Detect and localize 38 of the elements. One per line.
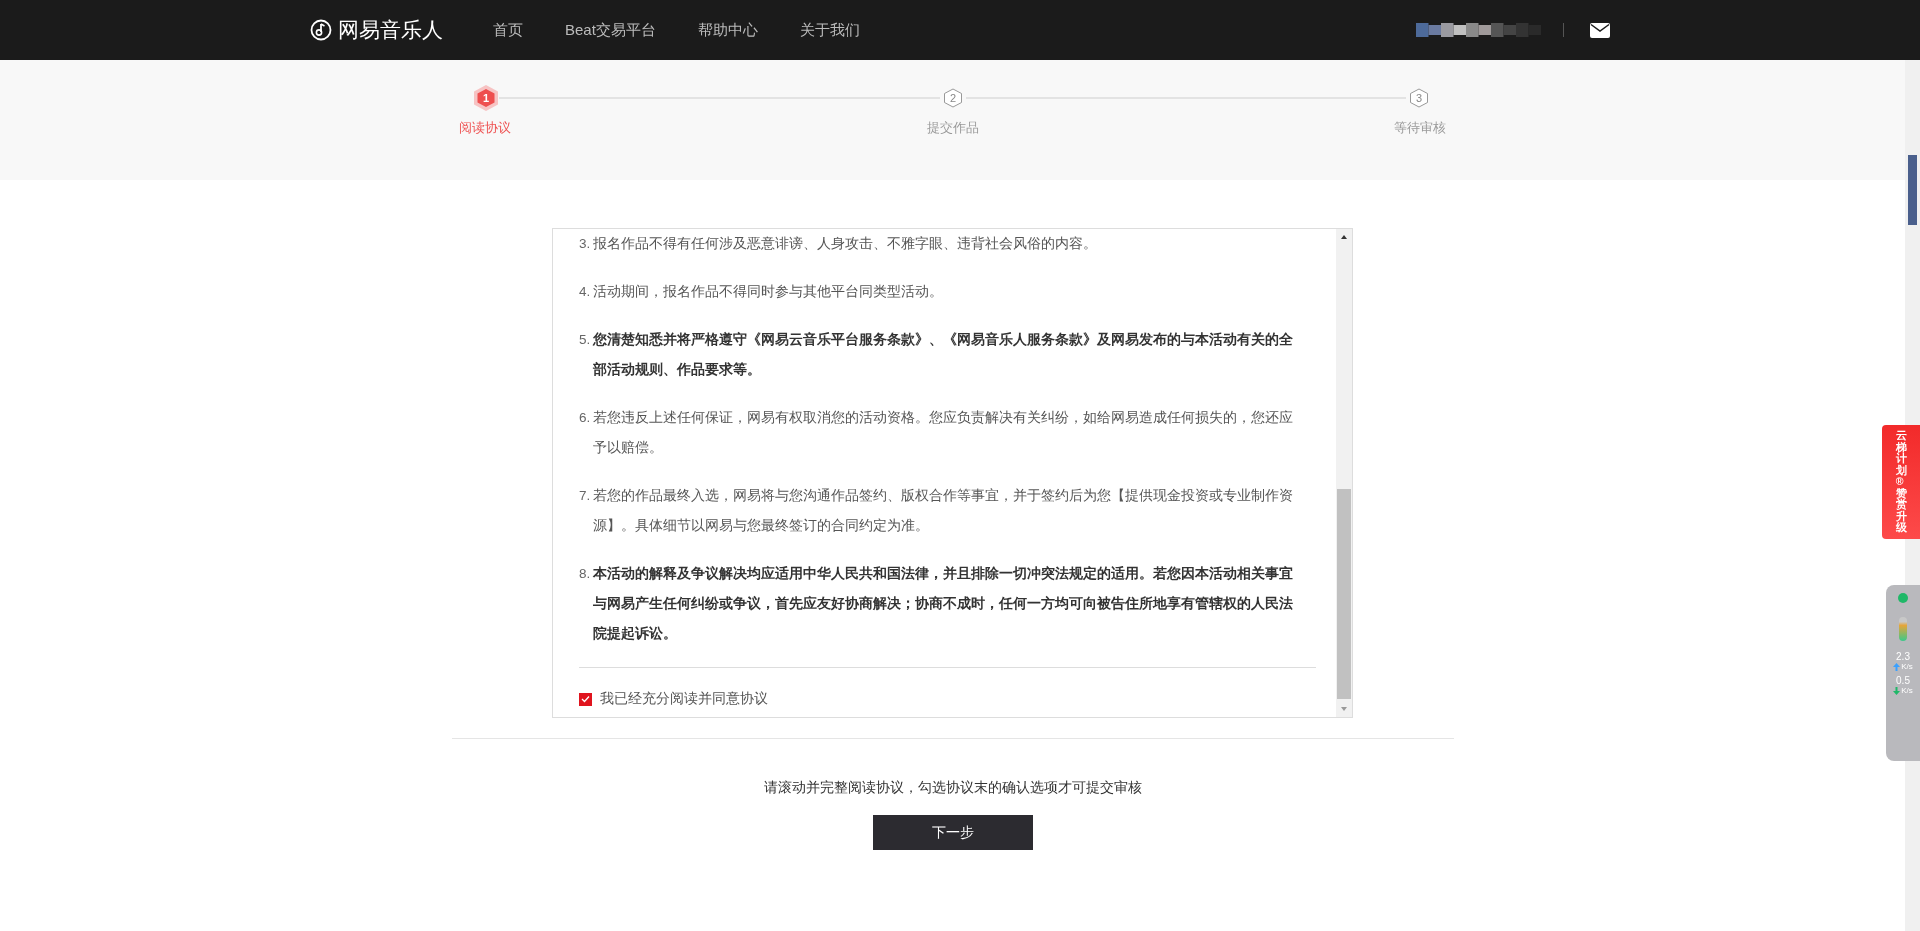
step-label: 提交作品 — [925, 119, 980, 137]
item-number: 6. — [579, 409, 592, 427]
agreement-clause: 若您的作品最终入选，网易将与您沟通作品签约、版权合作等事宜，并于签约后为您【提供现金投资或专业制作资源】。具体细节以网易与您最终签订的合同约定为准。 — [593, 487, 1294, 535]
step-label: 阅读协议 — [458, 119, 512, 137]
speed-unit: K/s — [1901, 686, 1913, 695]
logo-text[interactable]: 网易音乐人 — [338, 16, 443, 44]
item-number: 8. — [579, 565, 592, 583]
agreement-clause: 本活动的解释及争议解决均应适用中华人民共和国法律，并且排除一切冲突法规定的适用。若您因本活动相关事宜与网易产生任何纠纷或争议，首先应友好协商解决；协商不成时，任何一方均可向被告住所地享有管辖权的人民法院提起诉讼。 — [593, 565, 1294, 643]
nav-link[interactable]: 首页 — [493, 20, 523, 40]
agreement-clause: 您清楚知悉并将严格遵守《网易云音乐平台服务条款》、《网易音乐人服务条款》及网易发布的与本活动有关的全部活动规则、作品要求等。 — [593, 331, 1294, 379]
upload-speed: 2.3 — [1896, 651, 1910, 662]
step-marker: 1 — [473, 85, 499, 111]
agreement-clause: 若您违反上述任何保证，网易有权取消您的活动资格。您应负责解决有关纠纷，如给网易造成任何损失的，您还应予以赔偿。 — [593, 409, 1294, 457]
agreement-clause: 报名作品不得有任何涉及恶意诽谤、人身攻击、不雅字眼、违背社会风俗的内容。 — [593, 235, 1098, 253]
download-arrow-icon — [1893, 686, 1901, 695]
nav-link[interactable]: 关于我们 — [799, 20, 860, 40]
status-dot-icon — [1898, 593, 1908, 603]
item-number: 3. — [579, 235, 592, 253]
nav-link[interactable]: 帮助中心 — [697, 20, 758, 40]
gauge-icon — [1899, 617, 1907, 641]
item-number: 5. — [579, 331, 592, 349]
agreement-clause: 活动期间，报名作品不得同时参与其他平台同类型活动。 — [593, 283, 944, 301]
hint-text: 请滚动并完整阅读协议，勾选协议末的确认选项才可提交审核 — [763, 779, 1142, 797]
item-number: 4. — [579, 283, 592, 301]
nav-link[interactable]: Beat交易平台 — [565, 20, 656, 40]
page-scrollbar-thumb[interactable] — [1908, 155, 1917, 225]
music-note-icon — [310, 19, 332, 41]
next-step-button[interactable]: 下一步 — [872, 815, 1033, 850]
speed-unit: K/s — [1901, 662, 1913, 671]
checkbox-label[interactable]: 我已经充分阅读并同意协议 — [600, 690, 768, 708]
step-label: 等待审核 — [1393, 119, 1447, 137]
download-speed: 0.5 — [1896, 675, 1910, 686]
scrollbar-thumb[interactable] — [1337, 489, 1351, 699]
mail-icon[interactable] — [1590, 22, 1610, 38]
agree-checkbox[interactable] — [579, 692, 592, 706]
item-number: 7. — [579, 487, 592, 505]
side-promo-tab[interactable]: 云梯计划®赞赏升级 — [1882, 425, 1920, 539]
upload-arrow-icon — [1893, 662, 1901, 671]
